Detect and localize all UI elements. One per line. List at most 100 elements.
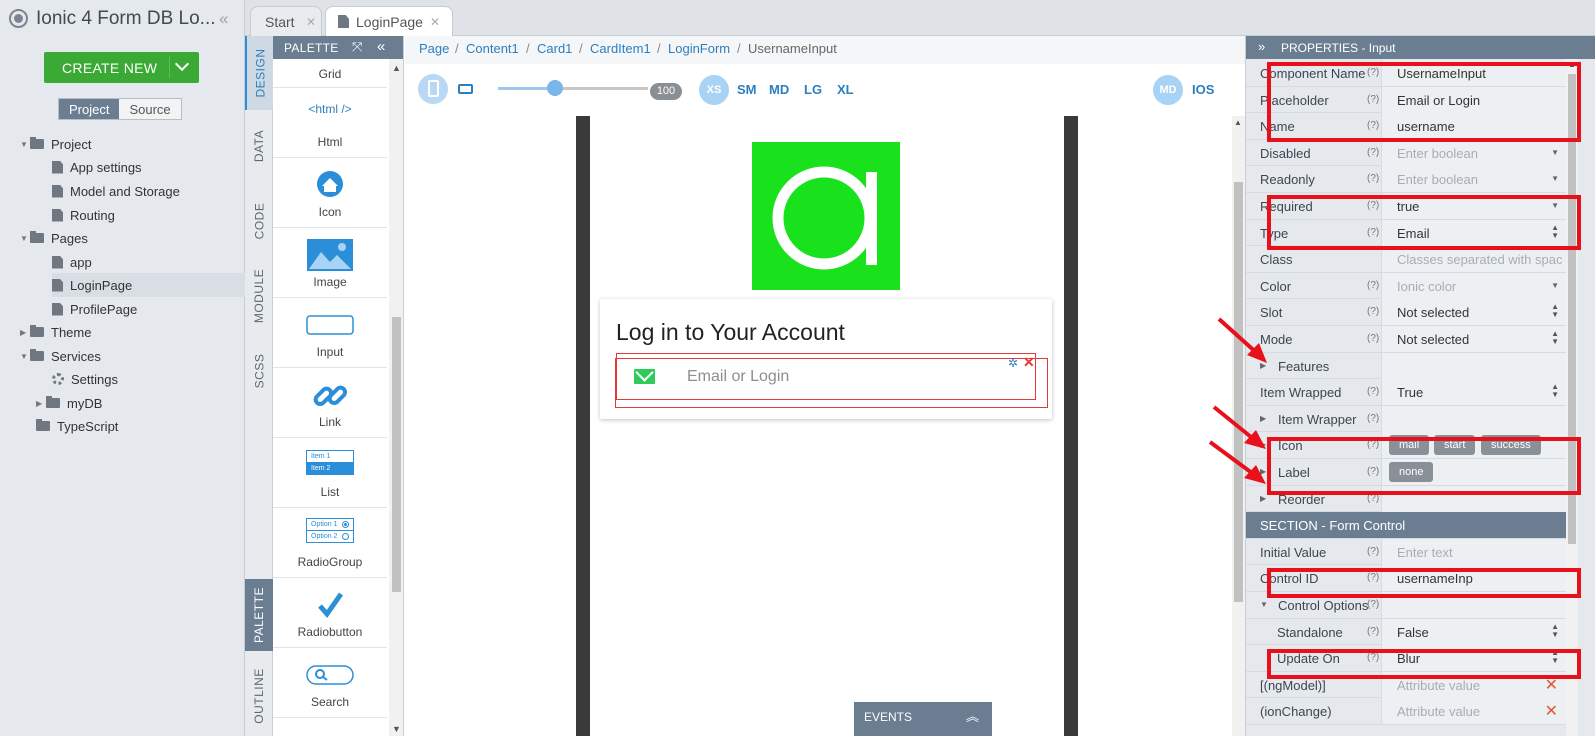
- tab-loginpage[interactable]: LoginPage ✕: [325, 6, 453, 36]
- disabled-select[interactable]: Enter boolean ▼: [1381, 139, 1566, 166]
- tree-item-model-storage[interactable]: Model and Storage: [52, 179, 180, 203]
- close-icon[interactable]: ✕: [430, 15, 440, 29]
- breadcrumb-card1[interactable]: Card1: [537, 41, 572, 56]
- icon-chip-mail[interactable]: mail: [1389, 435, 1430, 456]
- name-field[interactable]: username: [1381, 113, 1566, 140]
- initial-value-field[interactable]: Enter text: [1381, 538, 1566, 565]
- item-wrapped-select[interactable]: True ▲ ▼: [1381, 379, 1566, 406]
- palette-item-image[interactable]: Image: [273, 228, 387, 298]
- palette-item-grid[interactable]: Grid: [273, 59, 387, 88]
- chevron-down-icon[interactable]: [169, 56, 191, 78]
- tree-item-settings[interactable]: Settings: [52, 367, 118, 391]
- tab-design[interactable]: DESIGN: [245, 36, 273, 110]
- control-id-field[interactable]: usernameInp: [1381, 565, 1566, 592]
- palette-item-radiobutton[interactable]: Radiobutton: [273, 578, 387, 648]
- breakpoint-xs[interactable]: XS: [699, 75, 729, 105]
- icon-chip-start[interactable]: start: [1434, 435, 1476, 456]
- breadcrumb-carditem1[interactable]: CardItem1: [590, 41, 651, 56]
- prop-features[interactable]: ▶ Features: [1246, 352, 1566, 380]
- expand-icon[interactable]: ▶: [1260, 494, 1266, 503]
- palette-item-link[interactable]: Link: [273, 368, 387, 438]
- required-select[interactable]: true ▼: [1381, 193, 1566, 219]
- prop-icon[interactable]: ▶ Icon (?) mail start success: [1246, 432, 1566, 459]
- chevron-up-icon[interactable]: ︽: [966, 706, 979, 725]
- mode-select[interactable]: Not selected ▲ ▼: [1381, 326, 1566, 352]
- palette-item-html[interactable]: <html /> Html: [273, 88, 387, 158]
- expand-icon[interactable]: ▶: [1260, 467, 1266, 476]
- mode-ios-button[interactable]: IOS: [1192, 82, 1214, 97]
- close-icon[interactable]: ✕: [1545, 675, 1558, 695]
- tree-item-loginpage[interactable]: LoginPage: [52, 273, 245, 297]
- collapse-icon[interactable]: ▼: [1260, 600, 1268, 609]
- tab-scss[interactable]: SCSS: [245, 336, 273, 406]
- tab-outline[interactable]: OUTLINE: [245, 656, 273, 736]
- close-icon[interactable]: ✕: [1023, 354, 1035, 371]
- tree-item-services[interactable]: ▼ Services: [20, 344, 101, 368]
- breakpoint-md[interactable]: MD: [769, 82, 789, 97]
- events-panel-toggle[interactable]: EVENTS ︽: [854, 702, 992, 736]
- slot-select[interactable]: Not selected ▲ ▼: [1381, 299, 1566, 326]
- prop-item-wrapper[interactable]: ▶ Item Wrapper (?): [1246, 405, 1566, 433]
- tab-palette[interactable]: PALETTE: [245, 579, 273, 651]
- tree-item-mydb[interactable]: ▶ myDB: [36, 391, 102, 415]
- create-new-button[interactable]: CREATE NEW: [44, 52, 199, 83]
- ionchange-field[interactable]: Attribute value ✕: [1381, 698, 1566, 725]
- mode-md-button[interactable]: MD: [1153, 75, 1183, 105]
- app-logo-image[interactable]: [752, 142, 900, 290]
- palette-item-search[interactable]: Search: [273, 648, 387, 718]
- prop-control-options[interactable]: ▼ Control Options (?): [1246, 592, 1566, 619]
- palette-item-list[interactable]: Item 1 Item 2 List: [273, 438, 387, 508]
- expand-icon[interactable]: ▶: [1260, 440, 1266, 449]
- breadcrumb-content1[interactable]: Content1: [466, 41, 519, 56]
- phone-view-button[interactable]: [418, 74, 448, 104]
- breadcrumb-page[interactable]: Page: [419, 41, 449, 56]
- palette-item-radiogroup[interactable]: Option 1 Option 2 RadioGroup: [273, 508, 387, 578]
- update-on-select[interactable]: Blur ▲ ▼: [1381, 645, 1566, 672]
- username-input[interactable]: Email or Login ✲ ✕: [616, 353, 1036, 400]
- zoom-slider-handle[interactable]: [547, 80, 563, 96]
- class-field[interactable]: Classes separated with spac: [1381, 246, 1566, 273]
- prop-label[interactable]: ▶ Label (?) none: [1246, 459, 1566, 486]
- tree-item-project[interactable]: ▼ Project: [20, 132, 91, 156]
- type-select[interactable]: Email ▲ ▼: [1381, 219, 1566, 246]
- settings-icon[interactable]: ✲: [1008, 356, 1018, 370]
- tree-item-profilepage[interactable]: ProfilePage: [52, 297, 137, 321]
- expand-panel-icon[interactable]: »: [1258, 39, 1265, 54]
- placeholder-field[interactable]: Email or Login: [1381, 86, 1566, 113]
- expand-icon[interactable]: ▶: [1260, 414, 1266, 423]
- tree-item-theme[interactable]: ▶ Theme: [20, 320, 91, 344]
- prop-reorder[interactable]: ▶ Reorder (?): [1246, 485, 1566, 513]
- label-chip-none[interactable]: none: [1389, 462, 1434, 482]
- ngmodel-field[interactable]: Attribute value ✕: [1381, 671, 1566, 698]
- component-name-field[interactable]: UsernameInput: [1381, 60, 1566, 86]
- tree-item-pages[interactable]: ▼ Pages: [20, 226, 88, 250]
- tab-start[interactable]: Start ✕: [250, 6, 322, 36]
- tab-code[interactable]: CODE: [245, 186, 273, 256]
- breakpoint-xl[interactable]: XL: [837, 82, 854, 97]
- tree-item-app-settings[interactable]: App settings: [52, 155, 142, 179]
- palette-scrollbar[interactable]: ▲ ▼: [389, 59, 403, 736]
- zoom-slider[interactable]: [498, 80, 648, 96]
- standalone-select[interactable]: False ▲ ▼: [1381, 618, 1566, 645]
- palette-item-icon[interactable]: Icon: [273, 158, 387, 228]
- collapse-panel-icon[interactable]: «: [219, 9, 229, 29]
- icon-chip-success[interactable]: success: [1481, 435, 1541, 456]
- breakpoint-lg[interactable]: LG: [804, 82, 822, 97]
- collapse-panel-icon[interactable]: «: [377, 38, 386, 55]
- tree-item-typescript[interactable]: TypeScript: [36, 414, 118, 438]
- canvas-scrollbar[interactable]: ▲: [1232, 116, 1245, 736]
- tablet-view-button[interactable]: [451, 74, 481, 104]
- expand-icon[interactable]: ⤧: [352, 39, 362, 55]
- close-icon[interactable]: ✕: [1545, 701, 1558, 721]
- palette-item-input[interactable]: Input: [273, 298, 387, 368]
- tree-item-routing[interactable]: Routing: [52, 203, 115, 227]
- breadcrumb-loginform[interactable]: LoginForm: [668, 41, 730, 56]
- tree-item-app[interactable]: app: [52, 250, 92, 274]
- close-icon[interactable]: ✕: [306, 15, 316, 29]
- color-select[interactable]: Ionic color ▼: [1381, 272, 1566, 299]
- readonly-select[interactable]: Enter boolean ▼: [1381, 166, 1566, 193]
- tab-data[interactable]: DATA: [245, 116, 273, 176]
- tab-module[interactable]: MODULE: [245, 261, 273, 331]
- properties-scrollbar[interactable]: ▲: [1566, 59, 1578, 736]
- tab-source[interactable]: Source: [119, 99, 181, 119]
